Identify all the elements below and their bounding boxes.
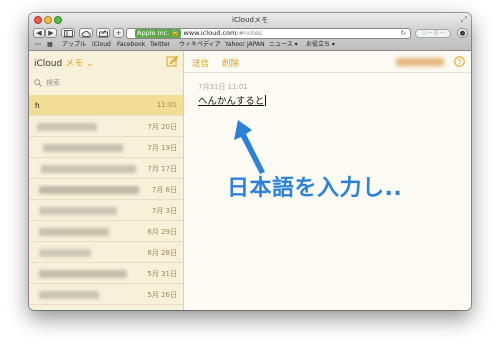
redacted-title [39, 228, 109, 236]
note-date: 6月 28日 [147, 249, 177, 257]
reader-button[interactable]: リーダー [415, 29, 451, 38]
account-name-redacted[interactable] [396, 58, 444, 66]
send-button[interactable]: 送信 [192, 57, 209, 69]
url-host: www.icloud.com [183, 29, 237, 37]
reload-icon[interactable]: ↻ [401, 29, 406, 38]
window-title: iCloudメモ [232, 16, 268, 24]
editor-header: 送信 削除 ? [184, 51, 471, 73]
top-sites-icon[interactable]: ▦ [47, 40, 53, 50]
redacted-title [39, 270, 127, 278]
search-icon [34, 79, 42, 87]
share-button[interactable] [96, 28, 110, 38]
notes-sidebar: iCloud メモ ⌄ 検索 h 11:01 7月 20日 7月 19日 7月 … [29, 51, 184, 310]
zoom-window-button[interactable] [54, 16, 62, 24]
back-button[interactable]: ◀ [33, 28, 45, 38]
redacted-title [39, 291, 99, 299]
redacted-title [37, 123, 97, 131]
list-item[interactable]: 6月 28日 [29, 242, 183, 263]
annotation-caption: 日本語を入力し.. [227, 176, 403, 201]
sidebar-toggle-button[interactable] [61, 28, 75, 38]
note-timestamp: 7月31日 11:01 [198, 83, 248, 91]
sidebar-icon [63, 30, 73, 37]
list-item[interactable]: 7月 6日 [29, 179, 183, 200]
redacted-title [41, 165, 136, 173]
sidebar-header: iCloud メモ ⌄ [29, 51, 183, 73]
fullscreen-icon[interactable]: ⤢ [461, 15, 467, 25]
bookmark-folder-useful[interactable]: お役立ち ▾ [306, 40, 335, 50]
search-field[interactable]: 検索 [34, 77, 179, 89]
chevron-down-icon: ⌄ [85, 59, 94, 69]
ev-certificate-badge: Apple Inc. 🔒 [135, 29, 182, 38]
note-body[interactable]: へんかんすると [198, 93, 267, 107]
delete-button[interactable]: 削除 [222, 57, 239, 69]
add-bookmark-button[interactable]: + [113, 28, 124, 38]
icloud-tabs-button[interactable] [79, 28, 93, 38]
downloads-icon: ● [459, 29, 466, 37]
text-caret [265, 95, 267, 106]
note-date: 7月 19日 [147, 144, 177, 152]
note-date: 7月 6日 [151, 186, 177, 194]
list-item[interactable]: h 11:01 [29, 95, 183, 116]
note-date: 5月 31日 [147, 270, 177, 278]
bookmark-twitter[interactable]: Twitter [150, 40, 170, 50]
list-item[interactable]: 5月 31日 [29, 263, 183, 284]
share-icon [98, 30, 108, 37]
list-item[interactable]: 6月 29日 [29, 221, 183, 242]
bookmark-facebook[interactable]: Facebook [117, 40, 145, 50]
bookmarks-bar: 👓 ▦ アップル iCloud Facebook Twitter ウィキペディア… [29, 40, 471, 51]
note-title: h [35, 101, 40, 110]
note-date: 6月 29日 [147, 228, 177, 236]
title-bar: iCloudメモ ⤢ [29, 13, 471, 27]
list-item[interactable]: 7月 3日 [29, 200, 183, 221]
bookmark-icloud[interactable]: iCloud [92, 40, 111, 50]
note-date: 5月 26日 [147, 291, 177, 299]
redacted-title [39, 249, 91, 257]
browser-toolbar: ◀ ▶ + Apple Inc. 🔒 www.icloud.com/#notes… [29, 27, 471, 40]
bookmark-folder-news[interactable]: ニュース ▾ [269, 40, 298, 50]
list-item[interactable]: 7月 20日 [29, 116, 183, 137]
list-item[interactable]: 7月 19日 [29, 137, 183, 158]
address-bar[interactable]: Apple Inc. 🔒 www.icloud.com/#notes ↻ [126, 28, 411, 39]
close-window-button[interactable] [34, 16, 42, 24]
reading-list-icon[interactable]: 👓 [34, 40, 41, 50]
cloud-icon [81, 30, 91, 37]
redacted-title [39, 186, 139, 194]
list-item[interactable]: 7月 17日 [29, 158, 183, 179]
search-placeholder: 検索 [46, 79, 60, 87]
compose-icon[interactable] [166, 55, 178, 67]
downloads-button[interactable]: ● [457, 28, 468, 38]
bookmark-yahoo-japan[interactable]: Yahoo! JAPAN [225, 40, 265, 50]
note-date: 7月 17日 [147, 165, 177, 173]
annotation-arrow-icon [234, 120, 265, 174]
note-date: 7月 20日 [147, 123, 177, 131]
minimize-window-button[interactable] [44, 16, 52, 24]
note-date: 7月 3日 [151, 207, 177, 215]
url-path: /#notes [236, 29, 262, 37]
bookmark-apple[interactable]: アップル [62, 40, 86, 50]
note-date: 11:01 [156, 101, 177, 109]
help-icon[interactable]: ? [454, 56, 465, 67]
redacted-title [43, 144, 123, 152]
list-item[interactable]: 5月 26日 [29, 284, 183, 305]
app-title[interactable]: iCloud メモ ⌄ [34, 56, 94, 69]
redacted-title [39, 207, 117, 215]
svg-text:?: ? [458, 59, 462, 66]
forward-button[interactable]: ▶ [45, 28, 57, 38]
bookmark-wikipedia[interactable]: ウィキペディア [179, 40, 221, 50]
